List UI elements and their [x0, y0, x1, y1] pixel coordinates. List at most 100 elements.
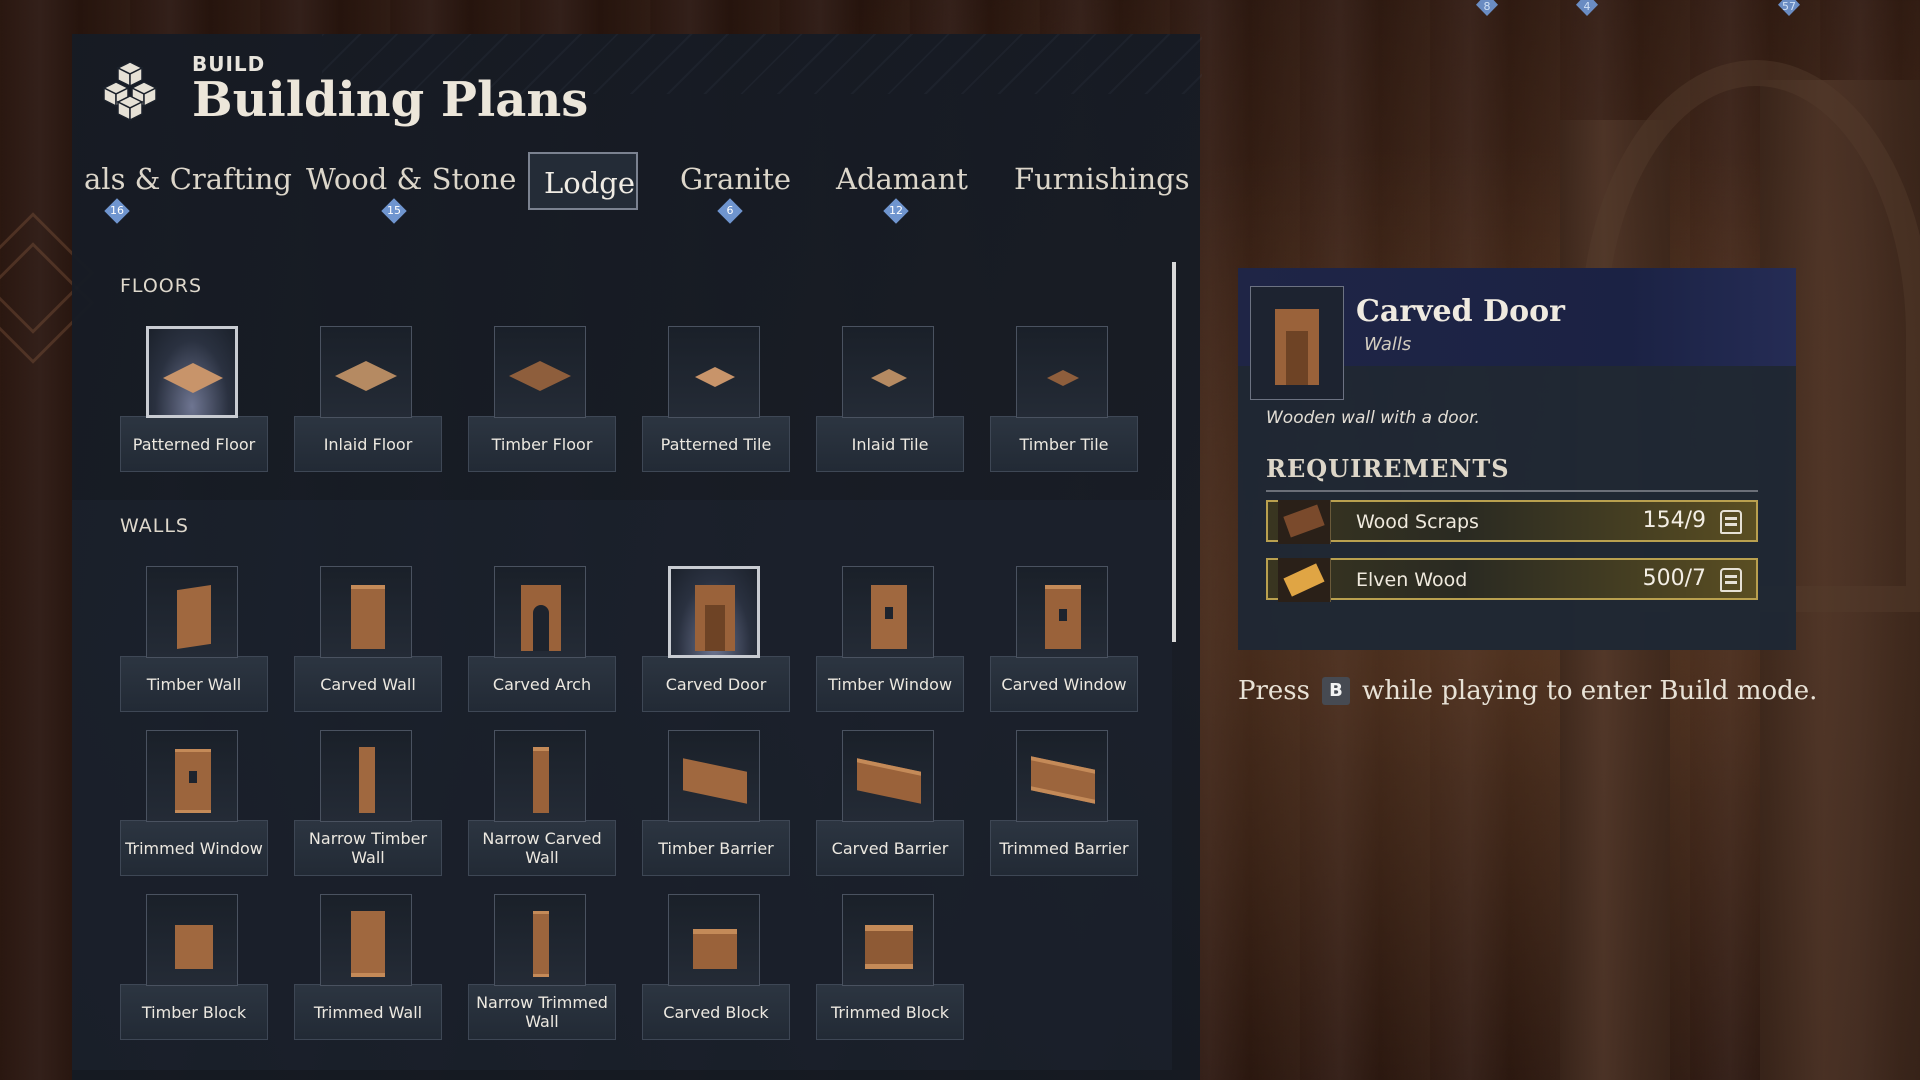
item-tile[interactable]: Timber Barrier [642, 730, 790, 876]
hint-prefix: Press [1238, 676, 1310, 706]
b-key-icon: B [1322, 677, 1350, 705]
item-label: Narrow Timber Wall [294, 820, 442, 876]
wall-item-icon [146, 566, 238, 658]
requirement-name: Wood Scraps [1356, 511, 1479, 533]
item-label: Narrow Carved Wall [468, 820, 616, 876]
narrow-wall-item-icon [320, 730, 412, 822]
narrow-wall-item-icon [494, 730, 586, 822]
window-item-icon [146, 730, 238, 822]
elven-wood-icon [1278, 558, 1331, 602]
item-tile[interactable]: Trimmed Wall [294, 894, 442, 1040]
item-label: Inlaid Floor [294, 416, 442, 472]
item-tile[interactable]: Patterned Tile [642, 326, 790, 472]
barrier-item-icon [842, 730, 934, 822]
tab-badge: 16 [104, 198, 130, 224]
tab-wood-stone[interactable]: Wood & Stone [306, 150, 516, 208]
item-tile[interactable]: Carved Door [642, 566, 790, 712]
item-label: Inlaid Tile [816, 416, 964, 472]
section-title-floors: FLOORS [120, 275, 203, 297]
item-tile[interactable]: Timber Block [120, 894, 268, 1040]
block-item-icon [668, 894, 760, 986]
door-item-icon [1250, 286, 1344, 400]
item-label: Patterned Floor [120, 416, 268, 472]
hint-suffix: while playing to enter Build mode. [1362, 676, 1818, 706]
item-label: Trimmed Barrier [990, 820, 1138, 876]
item-tile[interactable]: Narrow Trimmed Wall [468, 894, 616, 1040]
top-marker-badge: 4 [1576, 0, 1598, 16]
item-tile[interactable]: Carved Window [990, 566, 1138, 712]
requirement-name: Elven Wood [1356, 569, 1468, 591]
floor-item-icon [494, 326, 586, 418]
item-label: Narrow Trimmed Wall [468, 984, 616, 1040]
build-cubes-icon [102, 61, 158, 122]
floor-item-icon [320, 326, 412, 418]
wall-item-icon [320, 894, 412, 986]
tab-badge-count: 16 [110, 204, 124, 217]
item-tile[interactable]: Narrow Timber Wall [294, 730, 442, 876]
section-title-walls: WALLS [120, 515, 189, 537]
window-item-icon [1016, 566, 1108, 658]
barrier-item-icon [1016, 730, 1108, 822]
item-label: Carved Door [642, 656, 790, 712]
detail-item-category: Walls [1364, 334, 1412, 355]
item-tile[interactable]: Trimmed Window [120, 730, 268, 876]
item-tile[interactable]: Timber Window [816, 566, 964, 712]
inventory-bag-icon [1720, 510, 1742, 534]
requirement-quantity: 500/7 [1642, 566, 1706, 591]
requirements-title: REQUIREMENTS [1266, 454, 1510, 483]
item-label: Timber Floor [468, 416, 616, 472]
detail-item-description: Wooden wall with a door. [1266, 408, 1480, 428]
item-tile[interactable]: Patterned Floor [120, 326, 268, 472]
item-detail-panel: Carved Door Walls Wooden wall with a doo… [1238, 268, 1796, 650]
item-label: Patterned Tile [642, 416, 790, 472]
item-label: Timber Tile [990, 416, 1138, 472]
tab-badge-count: 6 [726, 204, 734, 217]
wood-scraps-icon [1278, 500, 1331, 544]
category-tabs: als & Crafting 16 Wood & Stone 15 Lodge … [72, 150, 1200, 230]
item-tile[interactable]: Inlaid Tile [816, 326, 964, 472]
tab-granite[interactable]: Granite [680, 150, 791, 208]
item-label: Trimmed Wall [294, 984, 442, 1040]
item-label: Timber Block [120, 984, 268, 1040]
narrow-wall-item-icon [494, 894, 586, 986]
requirement-quantity: 154/9 [1642, 508, 1706, 533]
item-tile[interactable]: Carved Wall [294, 566, 442, 712]
item-label: Trimmed Block [816, 984, 964, 1040]
tab-badge-count: 15 [387, 204, 401, 217]
item-label: Timber Barrier [642, 820, 790, 876]
tab-badge-count: 12 [889, 204, 903, 217]
item-label: Timber Wall [120, 656, 268, 712]
item-tile[interactable]: Timber Wall [120, 566, 268, 712]
item-label: Carved Window [990, 656, 1138, 712]
item-tile[interactable]: Timber Tile [990, 326, 1138, 472]
arch-item-icon [494, 566, 586, 658]
item-tile[interactable]: Carved Arch [468, 566, 616, 712]
item-label: Carved Arch [468, 656, 616, 712]
item-tile[interactable]: Timber Floor [468, 326, 616, 472]
barrier-item-icon [668, 730, 760, 822]
window-item-icon [842, 566, 934, 658]
item-tile[interactable]: Inlaid Floor [294, 326, 442, 472]
item-tile[interactable]: Trimmed Block [816, 894, 964, 1040]
item-tile[interactable]: Trimmed Barrier [990, 730, 1138, 876]
item-tile[interactable]: Carved Barrier [816, 730, 964, 876]
item-label: Carved Wall [294, 656, 442, 712]
tab-badge: 15 [381, 198, 407, 224]
item-tile[interactable]: Carved Block [642, 894, 790, 1040]
tile-item-icon [842, 326, 934, 418]
tab-lodge[interactable]: Lodge [528, 152, 638, 210]
item-tile[interactable]: Narrow Carved Wall [468, 730, 616, 876]
tab-furnishings[interactable]: Furnishings [1014, 150, 1190, 208]
floor-item-icon [146, 326, 238, 418]
detail-item-name: Carved Door [1356, 294, 1565, 329]
scrollbar[interactable] [1172, 262, 1176, 642]
tab-badge: 12 [883, 198, 909, 224]
block-item-icon [842, 894, 934, 986]
inventory-bag-icon [1720, 568, 1742, 592]
build-mode-hint: Press Bwhile playing to enter Build mode. [1238, 676, 1817, 706]
item-label: Carved Block [642, 984, 790, 1040]
tile-item-icon [1016, 326, 1108, 418]
item-label: Timber Window [816, 656, 964, 712]
tab-adamant[interactable]: Adamant [836, 150, 968, 208]
requirement-row: Elven Wood 500/7 [1266, 558, 1758, 602]
